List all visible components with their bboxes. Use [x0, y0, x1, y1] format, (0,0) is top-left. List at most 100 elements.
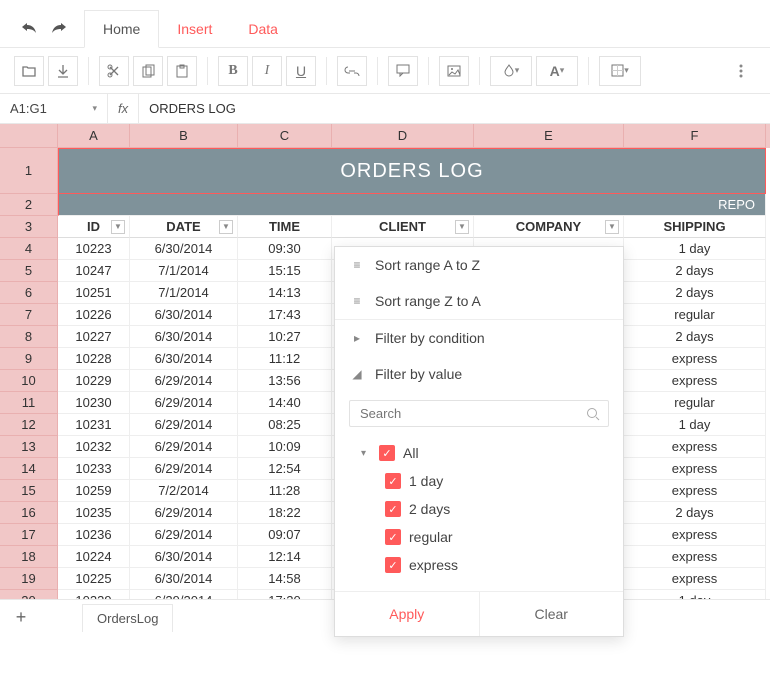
- sort-az-option[interactable]: ≡ Sort range A to Z: [335, 247, 623, 283]
- sheet-tab-orderslog[interactable]: OrdersLog: [82, 604, 173, 632]
- col-header-E[interactable]: E: [474, 124, 624, 148]
- filter-search-input[interactable]: [358, 405, 586, 422]
- cell-shipping[interactable]: express: [624, 458, 766, 480]
- cell-time[interactable]: 09:30: [238, 238, 332, 260]
- apply-button[interactable]: Apply: [335, 592, 480, 636]
- cell-id[interactable]: 10247: [58, 260, 130, 282]
- filter-option[interactable]: ✓1 day: [349, 467, 609, 495]
- cell-shipping[interactable]: 2 days: [624, 502, 766, 524]
- cell-shipping[interactable]: express: [624, 524, 766, 546]
- cell-time[interactable]: 12:54: [238, 458, 332, 480]
- cell-id[interactable]: 10228: [58, 348, 130, 370]
- cell-date[interactable]: 7/2/2014: [130, 480, 238, 502]
- cell-time[interactable]: 11:12: [238, 348, 332, 370]
- checkbox-checked-icon[interactable]: ✓: [385, 501, 401, 517]
- cell-id[interactable]: 10225: [58, 568, 130, 590]
- cell-id[interactable]: 10231: [58, 414, 130, 436]
- text-color-icon[interactable]: A▾: [536, 56, 578, 86]
- row-header[interactable]: 2: [0, 194, 58, 216]
- bold-icon[interactable]: B: [218, 56, 248, 86]
- cell-shipping[interactable]: 2 days: [624, 326, 766, 348]
- row-header[interactable]: 14: [0, 458, 58, 480]
- header-time[interactable]: TIME: [238, 216, 332, 238]
- row-header[interactable]: 6: [0, 282, 58, 304]
- cell-shipping[interactable]: 2 days: [624, 282, 766, 304]
- cell-reference-box[interactable]: A1:G1 ▾: [0, 94, 108, 123]
- formula-input[interactable]: ORDERS LOG: [139, 94, 770, 123]
- row-header[interactable]: 13: [0, 436, 58, 458]
- col-header-D[interactable]: D: [332, 124, 474, 148]
- cell-date[interactable]: 6/29/2014: [130, 414, 238, 436]
- row-header[interactable]: 19: [0, 568, 58, 590]
- title-merged-cell[interactable]: ORDERS LOG: [58, 148, 766, 194]
- row-header[interactable]: 11: [0, 392, 58, 414]
- row-header[interactable]: 16: [0, 502, 58, 524]
- cell-time[interactable]: 12:14: [238, 546, 332, 568]
- tab-insert[interactable]: Insert: [159, 11, 230, 47]
- filter-all-item[interactable]: ▾ ✓ All: [349, 439, 609, 467]
- add-sheet-button[interactable]: +: [8, 605, 34, 631]
- checkbox-checked-icon[interactable]: ✓: [385, 529, 401, 545]
- cell-date[interactable]: 6/30/2014: [130, 568, 238, 590]
- cell-id[interactable]: 10224: [58, 546, 130, 568]
- checkbox-checked-icon[interactable]: ✓: [385, 473, 401, 489]
- cell-date[interactable]: 6/30/2014: [130, 238, 238, 260]
- row-header[interactable]: 15: [0, 480, 58, 502]
- header-client[interactable]: CLIENT▼: [332, 216, 474, 238]
- cell-date[interactable]: 7/1/2014: [130, 260, 238, 282]
- cell-date[interactable]: 6/29/2014: [130, 370, 238, 392]
- row-header[interactable]: 12: [0, 414, 58, 436]
- cell-time[interactable]: 15:15: [238, 260, 332, 282]
- cell-time[interactable]: 09:07: [238, 524, 332, 546]
- cell-id[interactable]: 10227: [58, 326, 130, 348]
- cell-time[interactable]: 08:25: [238, 414, 332, 436]
- header-shipping[interactable]: SHIPPING: [624, 216, 766, 238]
- copy-icon[interactable]: [133, 56, 163, 86]
- cell-id[interactable]: 10229: [58, 370, 130, 392]
- subtitle-merged-cell[interactable]: REPO: [58, 194, 766, 216]
- redo-button[interactable]: [46, 15, 72, 41]
- cell-time[interactable]: 14:40: [238, 392, 332, 414]
- filter-dropdown-icon[interactable]: ▼: [111, 220, 125, 234]
- col-header-C[interactable]: C: [238, 124, 332, 148]
- col-header-B[interactable]: B: [130, 124, 238, 148]
- fill-color-icon[interactable]: ▾: [490, 56, 532, 86]
- tab-home[interactable]: Home: [84, 10, 159, 48]
- cell-time[interactable]: 10:09: [238, 436, 332, 458]
- cell-id[interactable]: 10230: [58, 392, 130, 414]
- tab-data[interactable]: Data: [230, 11, 296, 47]
- header-company[interactable]: COMPANY▼: [474, 216, 624, 238]
- cell-date[interactable]: 6/29/2014: [130, 524, 238, 546]
- select-all-corner[interactable]: [0, 124, 58, 148]
- cell-time[interactable]: 11:28: [238, 480, 332, 502]
- filter-option[interactable]: ✓regular: [349, 523, 609, 551]
- cell-shipping[interactable]: regular: [624, 392, 766, 414]
- cell-shipping[interactable]: 1 day: [624, 238, 766, 260]
- comment-icon[interactable]: [388, 56, 418, 86]
- filter-by-condition[interactable]: ▸ Filter by condition: [335, 320, 623, 356]
- cell-date[interactable]: 6/29/2014: [130, 436, 238, 458]
- cell-shipping[interactable]: express: [624, 546, 766, 568]
- cell-id[interactable]: 10236: [58, 524, 130, 546]
- filter-by-value[interactable]: ◢ Filter by value: [335, 356, 623, 392]
- cell-time[interactable]: 14:13: [238, 282, 332, 304]
- underline-icon[interactable]: U: [286, 56, 316, 86]
- filter-dropdown-icon[interactable]: ▼: [605, 220, 619, 234]
- checkbox-checked-icon[interactable]: ✓: [379, 445, 395, 461]
- cell-shipping[interactable]: regular: [624, 304, 766, 326]
- image-icon[interactable]: [439, 56, 469, 86]
- cell-id[interactable]: 10226: [58, 304, 130, 326]
- row-header[interactable]: 4: [0, 238, 58, 260]
- cut-icon[interactable]: [99, 56, 129, 86]
- cell-id[interactable]: 10233: [58, 458, 130, 480]
- cell-shipping[interactable]: express: [624, 480, 766, 502]
- cell-date[interactable]: 6/30/2014: [130, 326, 238, 348]
- borders-icon[interactable]: ▾: [599, 56, 641, 86]
- cell-shipping[interactable]: express: [624, 568, 766, 590]
- row-header[interactable]: 10: [0, 370, 58, 392]
- cell-id[interactable]: 10232: [58, 436, 130, 458]
- header-id[interactable]: ID▼: [58, 216, 130, 238]
- cell-date[interactable]: 6/29/2014: [130, 458, 238, 480]
- cell-date[interactable]: 6/30/2014: [130, 304, 238, 326]
- filter-option[interactable]: ✓express: [349, 551, 609, 579]
